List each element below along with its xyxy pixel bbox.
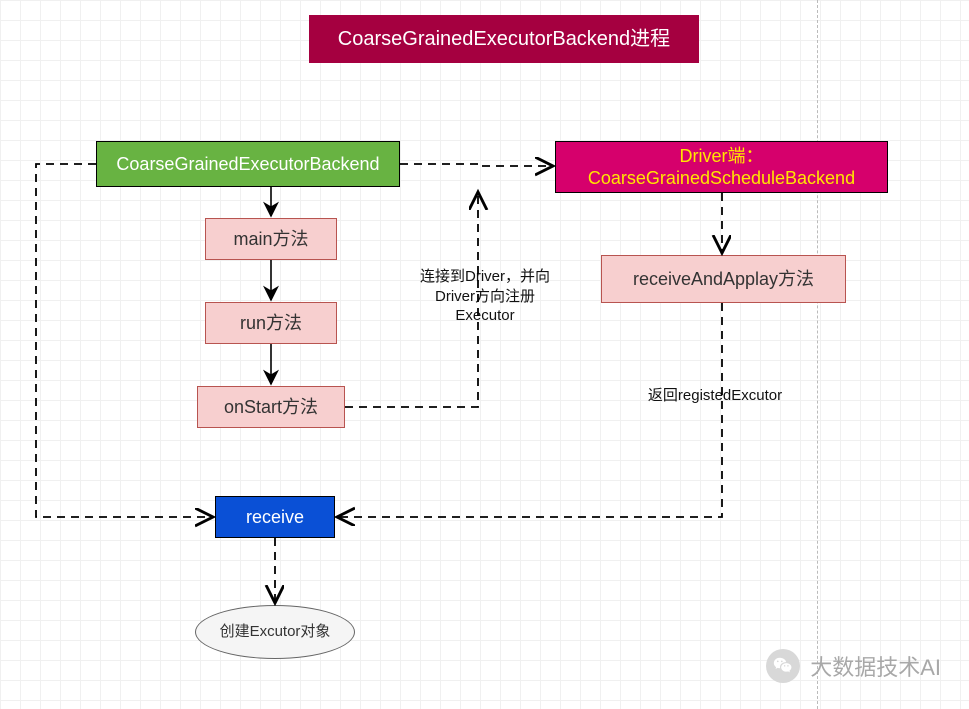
watermark: 大数据技术AI [766, 649, 941, 683]
driver-side-label: Driver端： CoarseGrainedScheduleBackend [588, 145, 855, 190]
create-executor-label: 创建Excutor对象 [220, 623, 331, 642]
receive-box: receive [215, 496, 335, 538]
executor-backend-label: CoarseGrainedExecutorBackend [116, 153, 379, 176]
receive-and-apply-label: receiveAndApplay方法 [633, 268, 814, 291]
wechat-icon [766, 649, 800, 683]
connect-register-label: 连接到Driver，并向 Driver方向注册 Executor [395, 267, 575, 326]
receive-and-apply-box: receiveAndApplay方法 [601, 255, 846, 303]
run-method-box: run方法 [205, 302, 337, 344]
executor-backend-box: CoarseGrainedExecutorBackend [96, 141, 400, 187]
main-method-label: main方法 [233, 228, 308, 251]
title-text: CoarseGrainedExecutorBackend进程 [338, 27, 670, 52]
onstart-method-label: onStart方法 [224, 396, 318, 419]
watermark-text: 大数据技术AI [810, 650, 941, 682]
receive-label: receive [246, 506, 304, 529]
main-method-box: main方法 [205, 218, 337, 260]
return-registed-label: 返回registedExcutor [615, 386, 815, 406]
title-box: CoarseGrainedExecutorBackend进程 [309, 15, 699, 63]
run-method-label: run方法 [240, 312, 302, 335]
driver-side-box: Driver端： CoarseGrainedScheduleBackend [555, 141, 888, 193]
page-boundary [817, 0, 818, 709]
onstart-method-box: onStart方法 [197, 386, 345, 428]
create-executor-ellipse: 创建Excutor对象 [195, 605, 355, 659]
edges [0, 0, 969, 709]
